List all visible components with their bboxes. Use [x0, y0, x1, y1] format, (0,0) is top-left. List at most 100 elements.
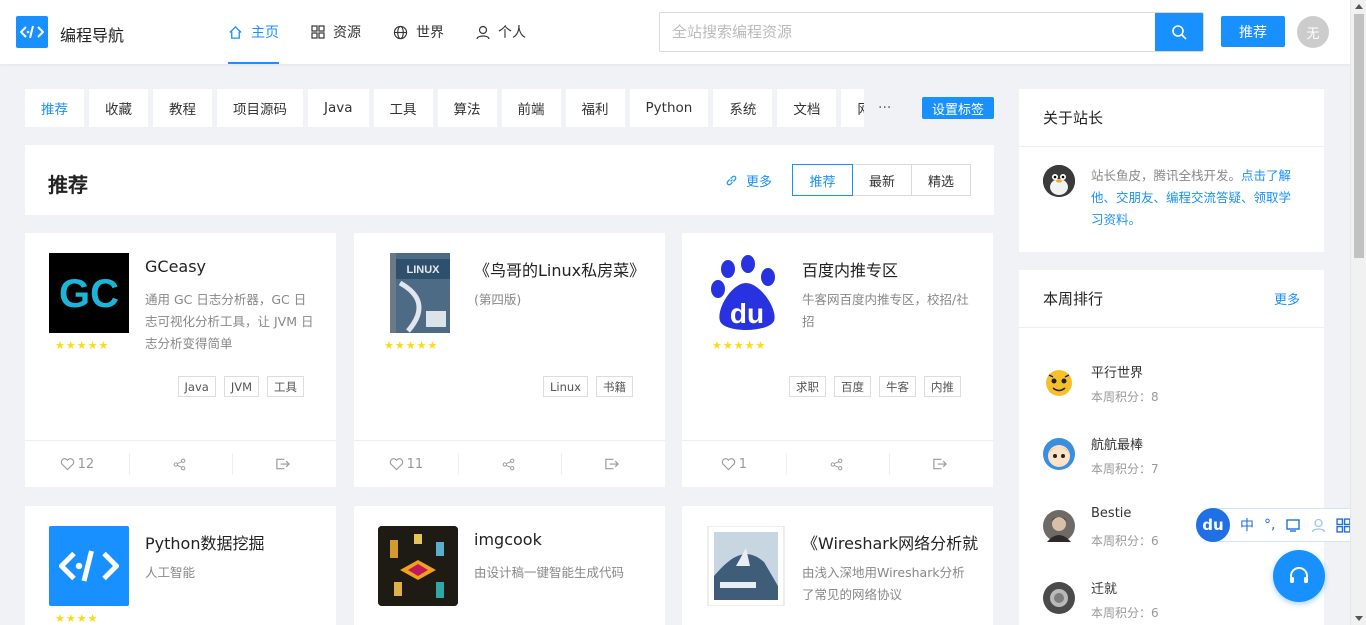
home-icon: [229, 25, 242, 39]
tag-item[interactable]: 项目源码: [217, 89, 303, 127]
open-link-button[interactable]: [889, 441, 993, 487]
card-tag[interactable]: 工具: [267, 376, 304, 397]
link-icon: [726, 175, 737, 186]
ranking-user-name: Bestie: [1091, 506, 1132, 521]
tag-item[interactable]: 文档: [777, 89, 837, 127]
card-tag[interactable]: 内推: [924, 376, 961, 397]
card-description: 由设计稿一键智能生成代码: [474, 565, 625, 580]
card-tag[interactable]: Linux: [543, 376, 588, 397]
card-actions: 11: [354, 440, 665, 487]
card-title[interactable]: Python数据挖掘: [145, 530, 321, 554]
scroll-up-arrow-icon[interactable]: [1355, 4, 1363, 9]
nav-personal[interactable]: 个人: [476, 0, 526, 64]
segment-featured[interactable]: 精选: [911, 165, 970, 195]
tag-item[interactable]: 网: [841, 89, 864, 127]
nav-home[interactable]: 主页: [228, 0, 279, 64]
search-input[interactable]: [660, 13, 1157, 51]
tag-item[interactable]: Java: [308, 89, 369, 127]
ime-user-icon[interactable]: [1311, 518, 1326, 533]
section-more-link[interactable]: 更多: [725, 171, 772, 190]
card-title[interactable]: 百度内推专区: [802, 257, 978, 281]
nav-home-label: 主页: [251, 25, 279, 41]
card-tag[interactable]: JVM: [223, 376, 259, 397]
nav-world-label: 世界: [416, 25, 444, 41]
ime-skin-icon[interactable]: [1285, 517, 1301, 533]
card-title[interactable]: GCeasy: [145, 257, 321, 276]
segment-latest[interactable]: 最新: [852, 165, 911, 195]
like-button[interactable]: 11: [354, 441, 458, 487]
grid-icon: [311, 25, 325, 39]
globe-icon: [393, 25, 408, 39]
gceasy-logo: GC: [49, 253, 129, 333]
resource-card[interactable]: du ★★★★★ 百度内推专区 牛客网百度内推专区，校招/社招 求职 百度 牛客…: [682, 233, 993, 487]
site-logo-icon[interactable]: [16, 16, 48, 48]
nav-resources[interactable]: 资源: [311, 0, 361, 64]
share-icon: [173, 458, 185, 470]
ime-toolbar[interactable]: du 中 °,: [1196, 508, 1364, 542]
card-tag[interactable]: Java: [177, 376, 216, 397]
tag-item[interactable]: 教程: [153, 89, 212, 127]
search-box: [659, 12, 1204, 52]
segment-recommend[interactable]: 推荐: [792, 164, 853, 196]
card-tag[interactable]: 求职: [789, 376, 826, 397]
ime-language-toggle[interactable]: 中: [1240, 515, 1254, 535]
search-button[interactable]: [1155, 13, 1203, 51]
open-link-button[interactable]: [232, 441, 336, 487]
heart-icon: [60, 458, 74, 471]
user-avatar[interactable]: [1043, 366, 1075, 398]
card-title[interactable]: 《鸟哥的Linux私房菜》: [474, 257, 650, 281]
scroll-down-arrow-icon[interactable]: [1355, 616, 1363, 621]
about-body: 站长鱼皮，腾讯全栈开发。点击了解他、交朋友、编程交流答疑、领取学习资料。: [1019, 147, 1324, 249]
recommend-button[interactable]: 推荐: [1221, 16, 1285, 47]
about-panel: 关于站长 站长鱼皮，腾讯全栈开发。点击了解他、交朋友、编程交流答疑、领取学习资料…: [1019, 89, 1324, 252]
tag-item[interactable]: 推荐: [25, 89, 84, 127]
search-icon: [1172, 25, 1187, 40]
open-link-button[interactable]: [561, 441, 665, 487]
resource-card[interactable]: LINUX ★★★★★ 《鸟哥的Linux私房菜》 (第四版) Linux 书籍…: [354, 233, 665, 487]
like-button[interactable]: 12: [25, 441, 129, 487]
card-actions: 12: [25, 440, 336, 487]
share-button[interactable]: [128, 441, 233, 487]
user-avatar[interactable]: [1043, 438, 1075, 470]
ranking-more-link[interactable]: 更多: [1274, 289, 1300, 308]
customer-service-button[interactable]: [1273, 550, 1325, 602]
ranking-user-name: 航航最棒: [1091, 438, 1144, 453]
headset-icon: [1290, 567, 1308, 583]
card-tag[interactable]: 牛客: [879, 376, 916, 397]
resource-card[interactable]: 《Wireshark网络分析就是这么简单》 由浅入深地用Wireshark分析了…: [682, 506, 993, 625]
user-avatar[interactable]: 无: [1297, 16, 1329, 48]
imgcook-thumbnail: [378, 526, 458, 606]
nav-world[interactable]: 世界: [393, 0, 444, 64]
share-button[interactable]: [457, 441, 562, 487]
resource-card[interactable]: ★★★★ Python数据挖掘 人工智能: [25, 506, 336, 625]
card-title[interactable]: imgcook: [474, 530, 650, 549]
ime-punctuation-toggle[interactable]: °,: [1264, 517, 1275, 533]
user-avatar[interactable]: [1043, 582, 1075, 614]
set-tags-button[interactable]: 设置标签: [922, 97, 994, 119]
baidu-ime-logo[interactable]: du: [1196, 508, 1230, 542]
page-scrollbar[interactable]: [1350, 0, 1366, 625]
user-avatar[interactable]: [1043, 510, 1075, 542]
card-tag[interactable]: 书籍: [596, 376, 633, 397]
tag-item[interactable]: 系统: [713, 89, 773, 127]
tag-item[interactable]: 工具: [373, 89, 433, 127]
about-panel-title: 关于站长: [1043, 109, 1104, 127]
section-header: 推荐 更多 推荐 最新 精选: [25, 145, 994, 215]
tag-item[interactable]: 算法: [437, 89, 497, 127]
share-button[interactable]: [785, 441, 890, 487]
resource-card[interactable]: GC ★★★★★ GCeasy 通用 GC 日志分析器，GC 日志可视化分析工具…: [25, 233, 336, 487]
card-title[interactable]: 《Wireshark网络分析就是这么简单》: [802, 530, 978, 554]
tag-item[interactable]: 福利: [565, 89, 625, 127]
site-brand[interactable]: 编程导航: [60, 22, 124, 46]
like-button[interactable]: 1: [682, 441, 786, 487]
webmaster-avatar[interactable]: [1043, 165, 1075, 197]
tag-item[interactable]: Python: [629, 89, 709, 127]
scrollbar-thumb[interactable]: [1354, 14, 1364, 258]
site-logo-thumbnail: [49, 526, 129, 606]
rating-stars: ★★★★★: [712, 339, 767, 352]
card-tag[interactable]: 百度: [834, 376, 871, 397]
tag-item[interactable]: 收藏: [89, 89, 148, 127]
tag-item[interactable]: 前端: [501, 89, 561, 127]
resource-card[interactable]: imgcook 由设计稿一键智能生成代码: [354, 506, 665, 625]
more-tags-button[interactable]: ···: [878, 89, 891, 127]
